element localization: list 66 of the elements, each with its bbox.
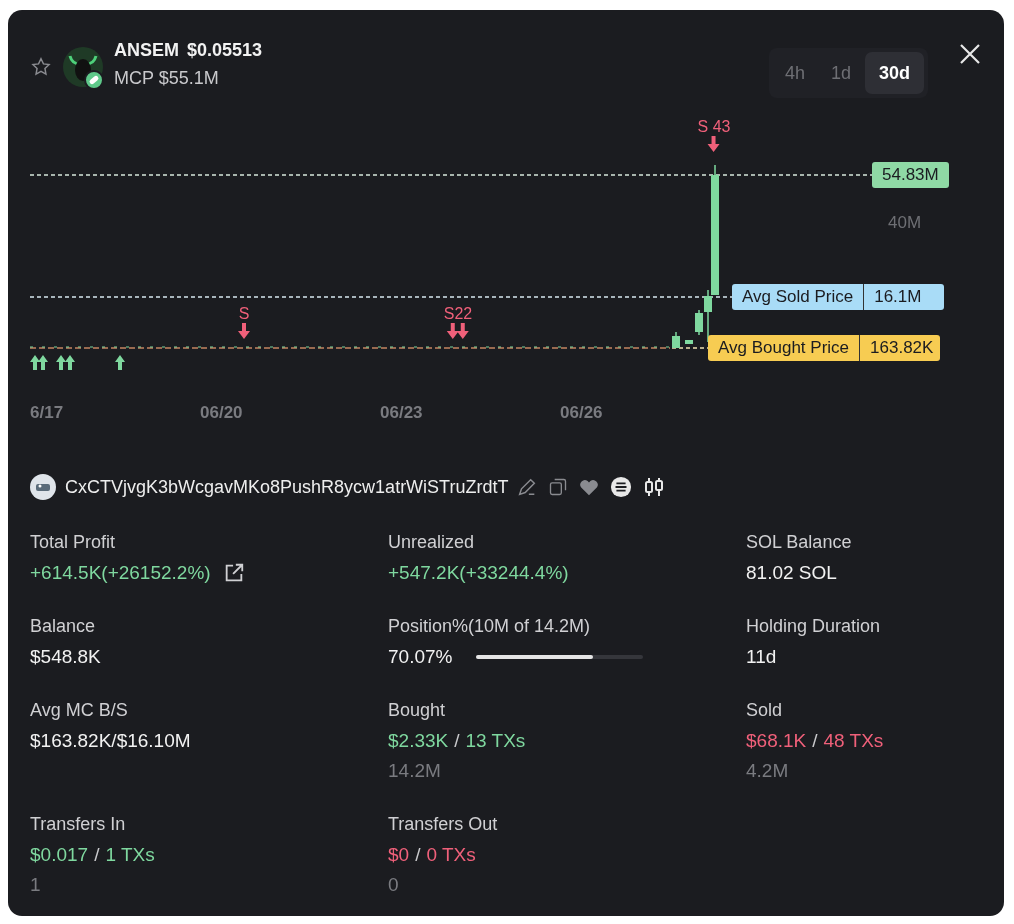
copy-icon[interactable] — [548, 477, 569, 497]
price-tag-label: Avg Bought Price — [708, 335, 861, 361]
stat-label: Sold — [746, 699, 784, 721]
stat-value: / — [812, 729, 818, 753]
stat-value: / — [454, 729, 460, 753]
stat-value: $0 — [388, 843, 410, 867]
close-icon[interactable] — [958, 42, 982, 66]
stat-value: $163.82K/$16.10M — [30, 729, 191, 753]
x-axis-label: 06/26 — [560, 402, 603, 424]
sell-marker-label: S22 — [443, 305, 473, 323]
stat-subvalue: 14.2M — [388, 759, 442, 783]
stat-value: +547.2K(+33244.4%) — [388, 561, 569, 585]
stat-value: 11d — [746, 645, 777, 669]
stat-subvalue: 1 — [30, 873, 42, 897]
stat-subvalue: 0 — [388, 873, 400, 897]
token-price: $0.05513 — [187, 39, 263, 62]
token-symbol: ANSEM — [114, 39, 179, 62]
stat-value: $68.1K — [746, 729, 807, 753]
price-tag-value: 54.83M — [872, 162, 949, 188]
stat-value: $2.33K — [388, 729, 449, 753]
stat-label: Holding Duration — [746, 615, 882, 637]
price-tag-label: Avg Sold Price — [732, 284, 865, 310]
candle — [685, 340, 693, 344]
stat-value: 70.07% — [388, 645, 453, 669]
sell-arrow-icon — [446, 323, 470, 339]
pill-badge-icon — [84, 70, 104, 90]
stat-subvalue: 4.2M — [746, 759, 790, 783]
stat-value: $0.017 — [30, 843, 89, 867]
wallet-address: CxCTVjvgK3bWcgavMKo8PushR8ycw1atrWiSTruZrdtT — [65, 475, 509, 499]
stat-value: 0 TXs — [426, 843, 476, 867]
sell-marker-label: S — [238, 305, 250, 323]
stat-label: Avg MC B/S — [30, 699, 129, 721]
stat-label: SOL Balance — [746, 531, 853, 553]
price-tag-value: 163.82K — [860, 335, 941, 361]
stat-label: Transfers Out — [388, 813, 499, 835]
x-axis-label: 06/23 — [380, 402, 423, 424]
timeframe-tab[interactable]: 1d — [818, 52, 863, 94]
market-cap: MCP $55.1M — [114, 67, 220, 90]
timeframe-tab[interactable]: 4h — [772, 52, 817, 94]
stat-value: / — [415, 843, 421, 867]
x-axis-label: 6/17 — [30, 402, 64, 424]
x-axis-label: 06/20 — [200, 402, 243, 424]
wallet-avatar-icon — [30, 474, 56, 500]
sell-marker-label: S 43 — [697, 118, 731, 136]
stat-value: / — [94, 843, 100, 867]
star-icon[interactable] — [30, 56, 52, 78]
stat-label: Balance — [30, 615, 97, 637]
stat-value: 81.02 SOL — [746, 561, 837, 585]
y-axis-label: 40M — [888, 212, 922, 234]
stat-label: Transfers In — [30, 813, 127, 835]
candle — [672, 331, 680, 349]
price-tag-value: 16.1M — [864, 284, 945, 310]
stat-label: Unrealized — [388, 531, 476, 553]
stat-value: +614.5K(+26152.2%) — [30, 561, 211, 585]
stat-label: Position%(10M of 14.2M) — [388, 615, 592, 637]
stat-value: 1 TXs — [105, 843, 155, 867]
stat-label: Bought — [388, 699, 447, 721]
sell-arrow-icon — [237, 323, 251, 339]
stat-value: 48 TXs — [823, 729, 884, 753]
list-circle-icon[interactable] — [610, 476, 633, 498]
stat-value: 13 TXs — [465, 729, 526, 753]
avg-bought-price-line — [671, 347, 709, 349]
stat-value: $548.8K — [30, 645, 101, 669]
sell-arrow-icon — [707, 136, 721, 152]
stat-label: Total Profit — [30, 531, 117, 553]
timeframe-tab[interactable]: 30d — [864, 52, 924, 94]
